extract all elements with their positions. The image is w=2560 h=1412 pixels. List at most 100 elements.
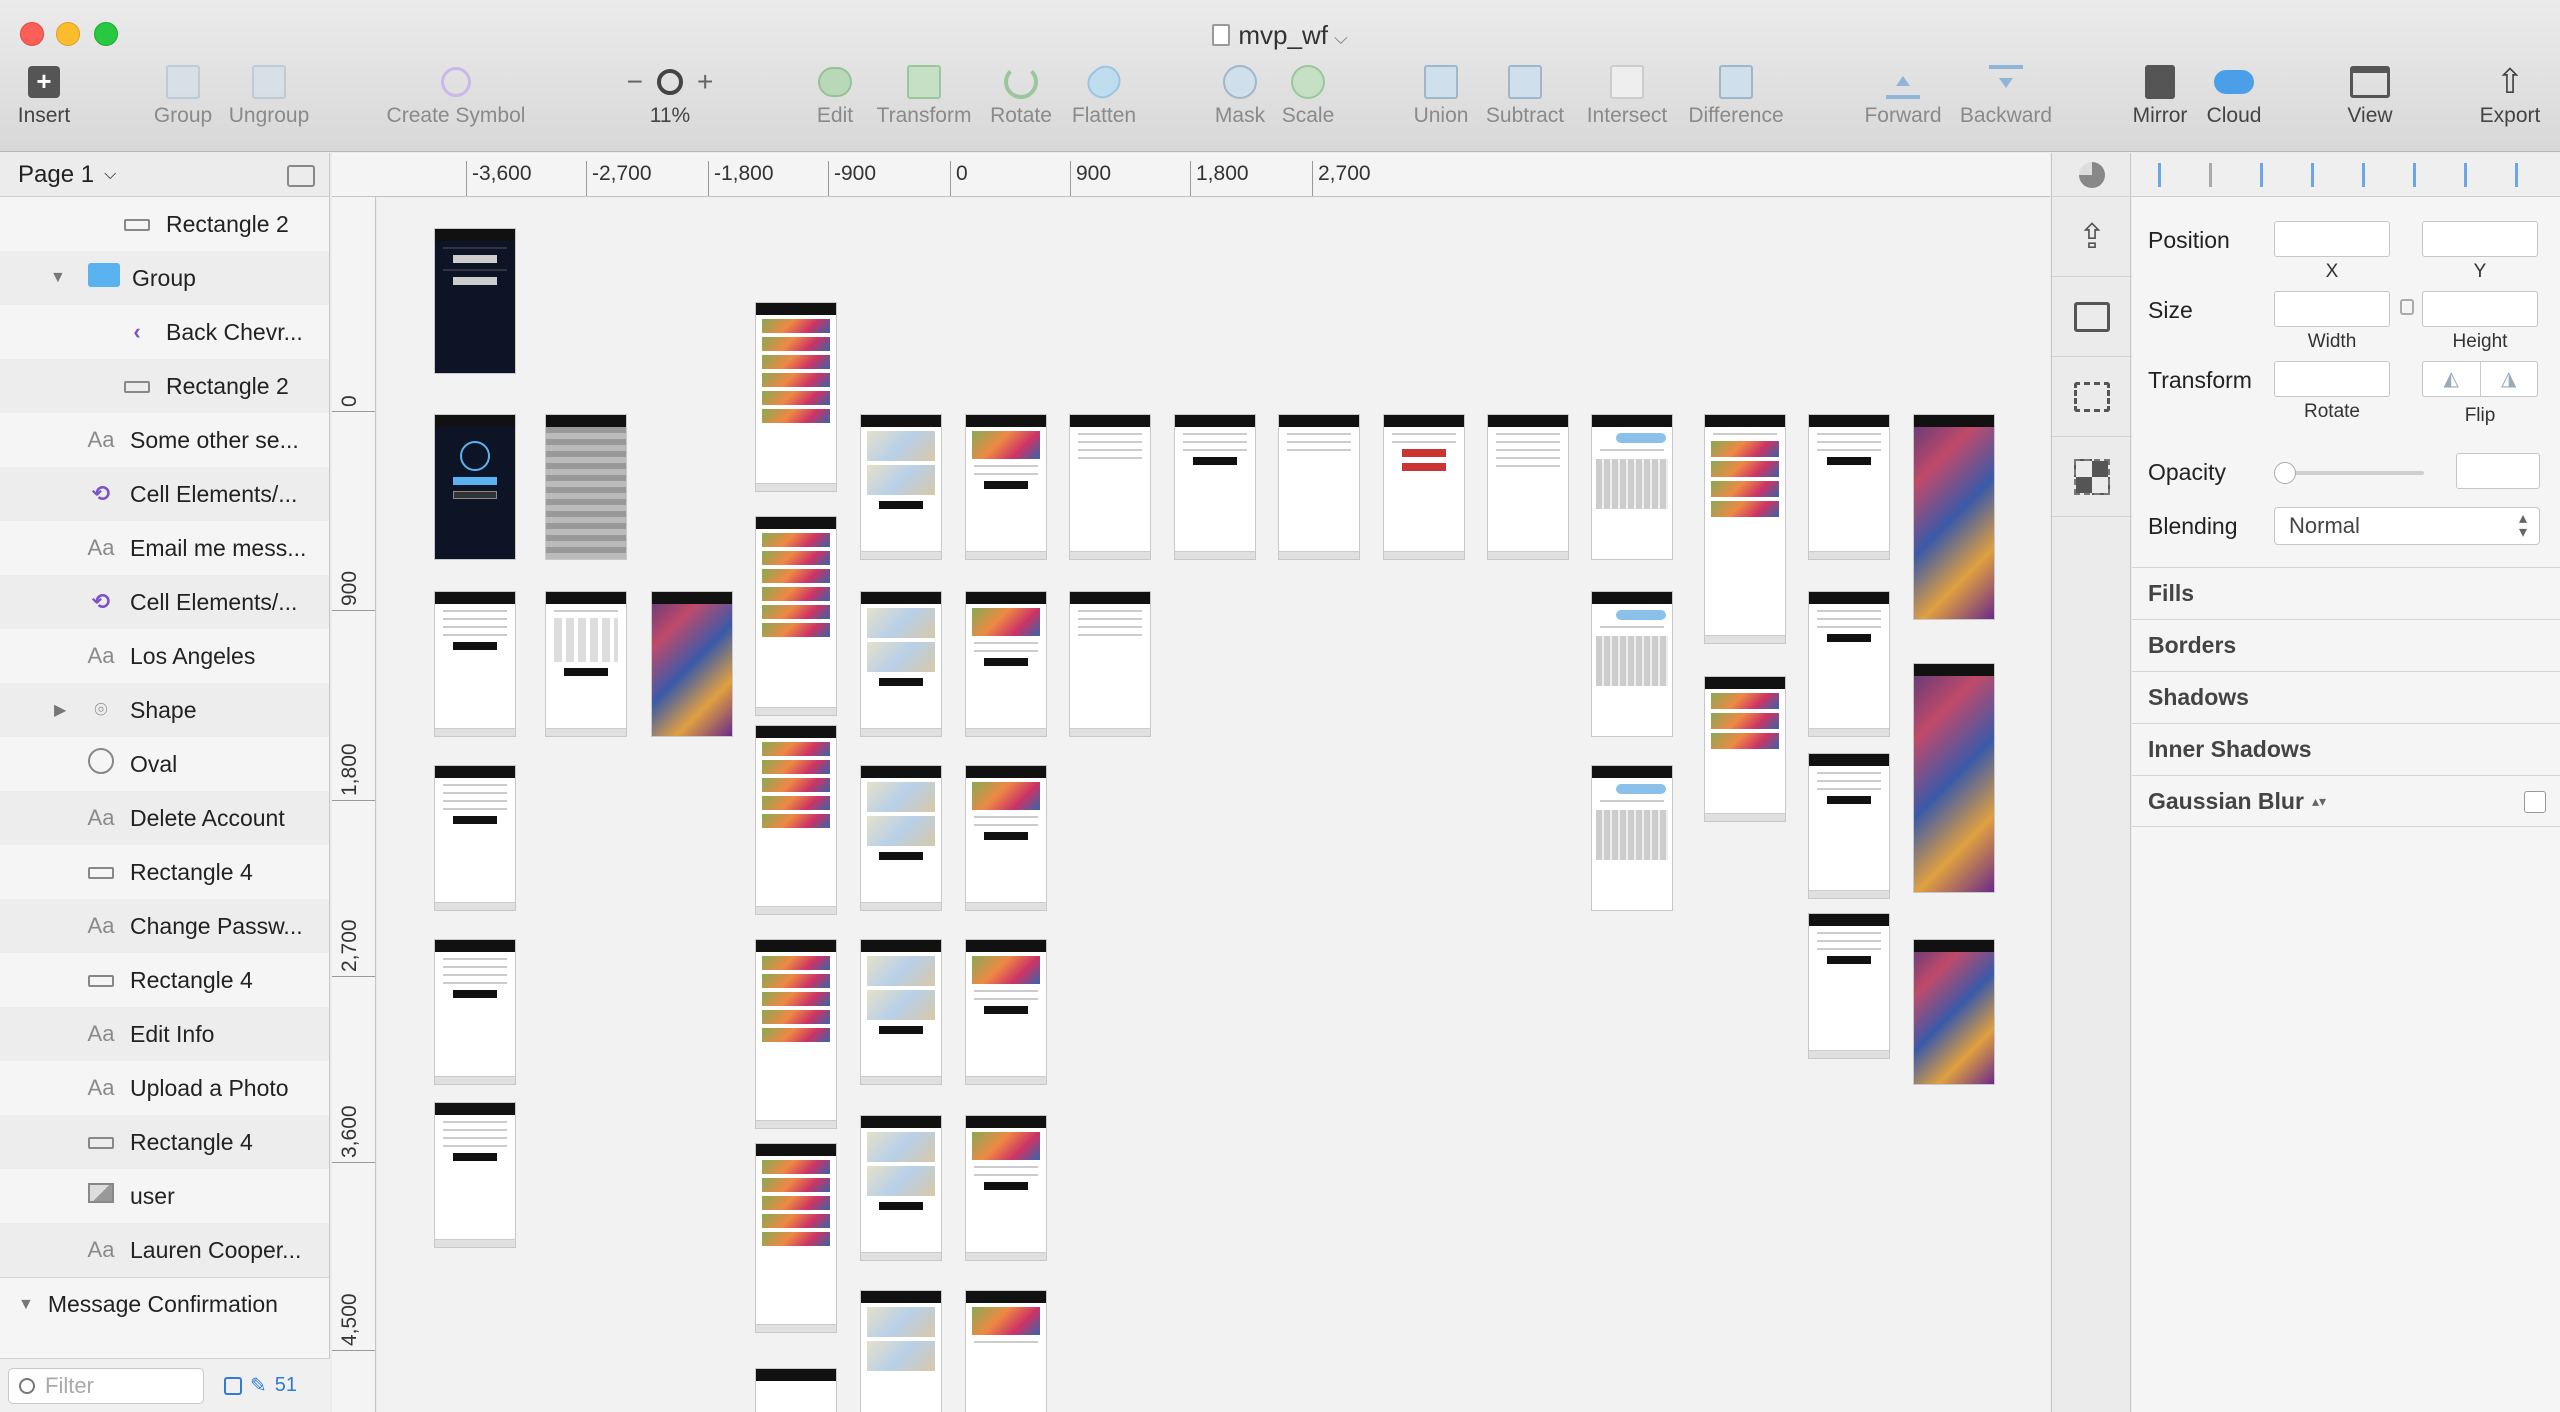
artboard[interactable] bbox=[1808, 753, 1890, 899]
artboard[interactable] bbox=[755, 1143, 837, 1333]
align-distribute-vertical-icon[interactable] bbox=[2208, 162, 2229, 187]
rotate-input[interactable] bbox=[2274, 361, 2390, 397]
position-y-input[interactable] bbox=[2422, 221, 2538, 257]
page-selector[interactable]: Page 1 ⌵ bbox=[0, 153, 329, 197]
fills-section[interactable]: Fills bbox=[2132, 567, 2560, 619]
artboard[interactable] bbox=[1808, 913, 1890, 1059]
artboard[interactable] bbox=[1069, 591, 1151, 737]
zoom-in-button[interactable]: + bbox=[697, 66, 713, 98]
layer-item[interactable]: Aa Upload a Photo bbox=[0, 1061, 329, 1115]
inner-shadows-section[interactable]: Inner Shadows bbox=[2132, 723, 2560, 775]
export-button[interactable]: ⇧ Export bbox=[2474, 60, 2546, 144]
filter-input[interactable]: Filter bbox=[8, 1367, 204, 1404]
artboard[interactable] bbox=[860, 765, 942, 911]
artboard[interactable] bbox=[434, 414, 516, 560]
layer-item[interactable]: Rectangle 2 bbox=[0, 359, 329, 413]
insert-button[interactable]: + Insert bbox=[14, 60, 74, 144]
flip-horizontal-button[interactable]: ◭ bbox=[2423, 362, 2481, 396]
disclosure-closed-icon[interactable]: ▶ bbox=[54, 700, 66, 720]
grid-panel-button[interactable] bbox=[2052, 437, 2132, 517]
borders-section[interactable]: Borders bbox=[2132, 619, 2560, 671]
artboard[interactable] bbox=[1174, 414, 1256, 560]
shadows-section[interactable]: Shadows bbox=[2132, 671, 2560, 723]
layer-count[interactable]: ✎ 51 bbox=[224, 1373, 297, 1398]
transform-button[interactable]: Transform bbox=[874, 60, 974, 144]
subtract-button[interactable]: Subtract bbox=[1484, 60, 1566, 144]
union-button[interactable]: Union bbox=[1408, 60, 1474, 144]
artboard[interactable] bbox=[434, 591, 516, 737]
artboard[interactable] bbox=[755, 939, 837, 1129]
layer-item[interactable]: Aa Lauren Cooper... bbox=[0, 1223, 329, 1277]
toggle-pages-icon[interactable] bbox=[287, 165, 315, 187]
opacity-slider-track[interactable] bbox=[2274, 471, 2424, 475]
gaussian-blur-section[interactable]: Gaussian Blur ▴▾ bbox=[2132, 775, 2560, 827]
artboard[interactable] bbox=[651, 591, 733, 737]
artboard-message-confirmation[interactable]: ▼ Message Confirmation bbox=[0, 1277, 329, 1331]
layer-item[interactable]: Rectangle 4 bbox=[0, 845, 329, 899]
list-panel-button[interactable] bbox=[2052, 357, 2132, 437]
layer-item[interactable]: ⟲ Cell Elements/... bbox=[0, 467, 329, 521]
design-canvas[interactable] bbox=[377, 198, 2050, 1412]
mirror-button[interactable]: Mirror bbox=[2128, 60, 2192, 144]
artboard[interactable] bbox=[860, 414, 942, 560]
artboard[interactable] bbox=[755, 725, 837, 915]
edit-button[interactable]: Edit bbox=[810, 60, 860, 144]
layer-item[interactable]: Rectangle 4 bbox=[0, 953, 329, 1007]
layer-item[interactable]: Aa Email me mess... bbox=[0, 521, 329, 575]
intersect-button[interactable]: Intersect bbox=[1582, 60, 1672, 144]
artboard[interactable] bbox=[860, 1290, 942, 1412]
disclosure-open-icon[interactable]: ▼ bbox=[50, 269, 66, 287]
artboard[interactable] bbox=[965, 414, 1047, 560]
artboard[interactable] bbox=[1487, 414, 1569, 560]
lock-icon[interactable] bbox=[2400, 299, 2414, 315]
flip-vertical-button[interactable]: ◮ bbox=[2481, 362, 2538, 396]
align-center-icon[interactable] bbox=[2310, 162, 2331, 187]
artboard[interactable] bbox=[1591, 414, 1673, 560]
layer-item[interactable]: Rectangle 2 bbox=[0, 197, 329, 251]
layer-item[interactable]: Rectangle 4 bbox=[0, 1115, 329, 1169]
artboard[interactable] bbox=[860, 939, 942, 1085]
artboard[interactable] bbox=[965, 765, 1047, 911]
artboard[interactable] bbox=[965, 939, 1047, 1085]
create-symbol-button[interactable]: Create Symbol bbox=[386, 60, 526, 144]
share-button[interactable]: ⇪ bbox=[2052, 197, 2132, 277]
layer-item[interactable]: ‹ Back Chevr... bbox=[0, 305, 329, 359]
layer-item[interactable]: Aa Change Passw... bbox=[0, 899, 329, 953]
artboard[interactable] bbox=[1913, 939, 1995, 1085]
ungroup-button[interactable]: Ungroup bbox=[228, 60, 310, 144]
artboard[interactable] bbox=[860, 591, 942, 737]
layer-item[interactable]: Aa Los Angeles bbox=[0, 629, 329, 683]
gaussian-blur-checkbox[interactable] bbox=[2524, 791, 2546, 813]
layer-item-group[interactable]: ▼ Group bbox=[0, 251, 329, 305]
align-distribute-horizontal-icon[interactable] bbox=[2157, 162, 2178, 187]
layers-panel-button[interactable] bbox=[2052, 277, 2132, 357]
artboard[interactable] bbox=[1808, 414, 1890, 560]
blending-select[interactable]: Normal ▴ ▾ bbox=[2274, 507, 2540, 545]
pie-icon-button[interactable] bbox=[2052, 153, 2132, 197]
layer-item[interactable]: ▶ ⌾ Shape bbox=[0, 683, 329, 737]
view-button[interactable]: View bbox=[2338, 60, 2402, 144]
artboard[interactable] bbox=[755, 516, 837, 716]
artboard[interactable] bbox=[1069, 414, 1151, 560]
mask-button[interactable]: Mask bbox=[1212, 60, 1268, 144]
artboard[interactable] bbox=[1913, 663, 1995, 893]
artboard[interactable] bbox=[1278, 414, 1360, 560]
artboard[interactable] bbox=[434, 228, 516, 374]
artboard[interactable] bbox=[1704, 676, 1786, 822]
align-left-icon[interactable] bbox=[2259, 162, 2280, 187]
layer-item[interactable]: user bbox=[0, 1169, 329, 1223]
artboard[interactable] bbox=[965, 1290, 1047, 1412]
vertical-ruler[interactable]: 0 900 1,800 2,700 3,600 4,500 bbox=[332, 197, 376, 1412]
width-input[interactable] bbox=[2274, 291, 2390, 327]
layer-item[interactable]: Aa Delete Account bbox=[0, 791, 329, 845]
align-middle-icon[interactable] bbox=[2463, 162, 2484, 187]
artboard[interactable] bbox=[434, 765, 516, 911]
artboard[interactable] bbox=[434, 1102, 516, 1248]
backward-button[interactable]: Backward bbox=[1956, 60, 2056, 144]
artboard[interactable] bbox=[1808, 591, 1890, 737]
artboard[interactable] bbox=[755, 1368, 837, 1412]
layer-item[interactable]: Oval bbox=[0, 737, 329, 791]
rotate-button[interactable]: Rotate bbox=[988, 60, 1054, 144]
artboard[interactable] bbox=[965, 1115, 1047, 1261]
artboard[interactable] bbox=[965, 591, 1047, 737]
